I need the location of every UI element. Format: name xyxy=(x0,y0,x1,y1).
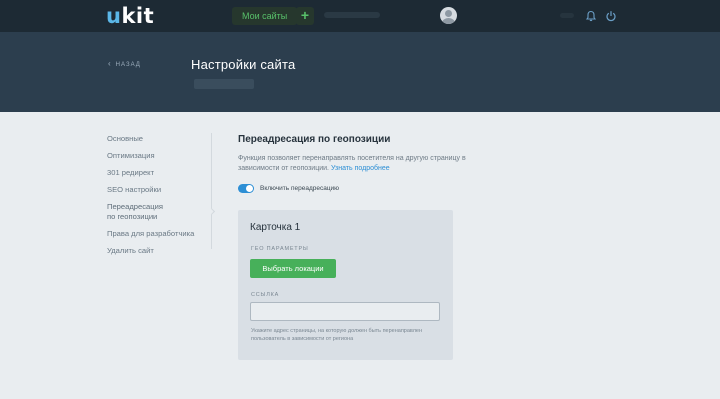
back-label: НАЗАД xyxy=(115,62,141,68)
url-hint: Укажите адрес страницы, на которую долже… xyxy=(251,328,423,342)
sidebar-item-geo-redirect[interactable]: Переадресация по геопозиции xyxy=(107,202,169,222)
redirect-card: Карточка 1 ГЕО ПАРАМЕТРЫ Выбрать локации… xyxy=(238,210,453,360)
section-description: Функция позволяет перенаправлять посетит… xyxy=(238,154,468,174)
top-bar: ukit Мои сайты + xyxy=(0,0,720,32)
toggle-knob xyxy=(246,185,253,192)
redirect-url-input[interactable] xyxy=(250,302,440,321)
settings-sidebar: Основные Оптимизация 301 редирект SEO на… xyxy=(107,134,217,263)
logo-letter-u: u xyxy=(106,4,122,28)
sidebar-item-seo[interactable]: SEO настройки xyxy=(107,185,217,195)
sidebar-item-redirect-301[interactable]: 301 редирект xyxy=(107,168,217,178)
sidebar-divider xyxy=(211,133,212,249)
card-title: Карточка 1 xyxy=(250,222,301,233)
logo-text: kit xyxy=(121,4,155,28)
my-sites-button[interactable]: Мои сайты xyxy=(232,7,298,25)
geo-params-caption: ГЕО ПАРАМЕТРЫ xyxy=(251,246,309,252)
sidebar-item-developer-rights[interactable]: Права для разработчика xyxy=(107,229,217,239)
blurred-user-placeholder xyxy=(560,13,574,18)
ukit-logo[interactable]: ukit xyxy=(106,4,154,28)
user-avatar-icon[interactable] xyxy=(440,7,457,24)
chevron-left-icon: ‹ xyxy=(108,59,112,68)
sidebar-item-delete-site[interactable]: Удалить сайт xyxy=(107,246,217,256)
bell-icon[interactable] xyxy=(585,10,597,22)
redirect-toggle[interactable] xyxy=(238,184,254,193)
back-link[interactable]: ‹ НАЗАД xyxy=(108,59,141,68)
page-header xyxy=(0,32,720,112)
link-caption: ССЫЛКА xyxy=(251,292,280,298)
section-title: Переадресация по геопозиции xyxy=(238,134,391,145)
add-site-button[interactable]: + xyxy=(296,7,314,25)
blurred-nav-placeholder xyxy=(324,12,380,18)
power-icon[interactable] xyxy=(605,10,617,22)
page-title: Настройки сайта xyxy=(191,57,296,72)
avatar-head xyxy=(445,10,452,17)
sidebar-item-main[interactable]: Основные xyxy=(107,134,217,144)
select-locations-button[interactable]: Выбрать локации xyxy=(250,259,336,278)
redirect-toggle-label: Включить переадресацию xyxy=(260,185,340,192)
avatar-body xyxy=(442,18,455,24)
learn-more-link[interactable]: Узнать подробнее xyxy=(331,165,390,172)
blurred-site-name xyxy=(194,79,254,89)
sidebar-item-optimization[interactable]: Оптимизация xyxy=(107,151,217,161)
